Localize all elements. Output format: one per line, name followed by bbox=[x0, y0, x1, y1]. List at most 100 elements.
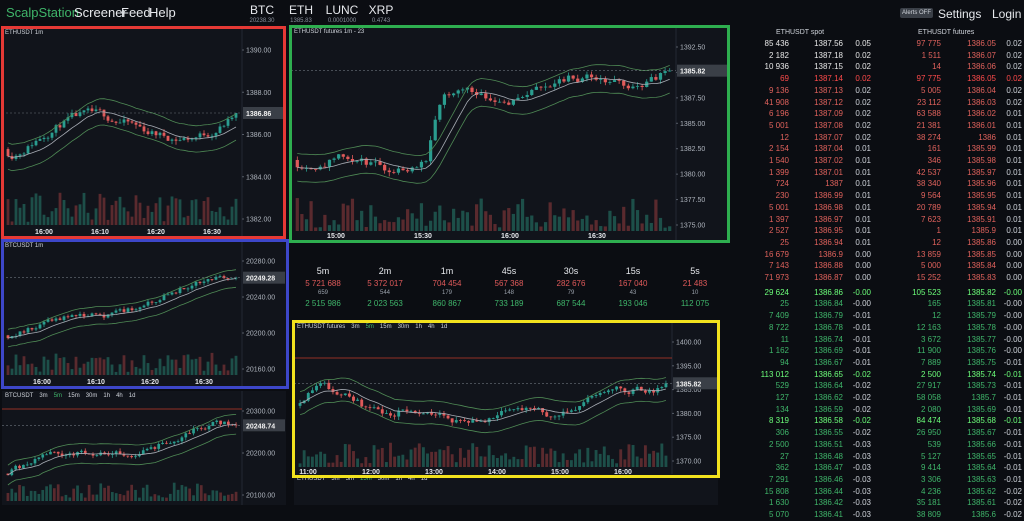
bid-row[interactable]: 127 1386.62 -0.02 58 058 1385.7 -0.01 bbox=[733, 393, 1024, 404]
bid-row[interactable]: 8 722 1386.78 -0.01 12 163 1385.78 -0.00 bbox=[733, 323, 1024, 334]
bid-row[interactable]: 306 1386.55 -0.02 26 950 1385.67 -0.01 bbox=[733, 428, 1024, 439]
ask-row[interactable]: 25 1386.94 0.01 12 1385.86 0.00 bbox=[733, 238, 1024, 249]
chart-panel-eth-futures-multi[interactable]: 1400.00 1395.00 1385.00 1380.00 1375.00 1370.… bbox=[294, 322, 718, 477]
ask-row[interactable]: 69 1387.14 0.02 97 775 1386.05 0.02 bbox=[733, 74, 1024, 85]
brand-logo[interactable]: ScalpStation bbox=[6, 5, 79, 20]
ask-row[interactable]: 2 182 1387.18 0.02 1 511 1386.07 0.02 bbox=[733, 51, 1024, 62]
volume-bar bbox=[22, 356, 26, 375]
ask-row[interactable]: 1 397 1386.97 0.01 7 623 1385.91 0.01 bbox=[733, 215, 1024, 226]
timeframe-5m[interactable]: 5m bbox=[366, 324, 374, 330]
futures-change: 0.02 bbox=[1006, 39, 1022, 48]
ask-row[interactable]: 1 399 1387.01 0.01 42 537 1385.97 0.01 bbox=[733, 168, 1024, 179]
stat-buy-volume: 2 515 986 bbox=[305, 299, 341, 308]
timeframe-5m[interactable]: 5m bbox=[54, 393, 62, 399]
ticker-eth[interactable]: ETH 1385.83 bbox=[288, 3, 314, 24]
ask-row[interactable]: 12 1387.07 0.02 38 274 1386 0.01 bbox=[733, 133, 1024, 144]
futures-change: -0.00 bbox=[1003, 287, 1022, 297]
login-link[interactable]: Login bbox=[992, 7, 1021, 21]
btc-1m-chart[interactable]: 20280.00 20240.00 20200.00 20160.00 16:00 16:… bbox=[2, 241, 286, 387]
bid-row[interactable]: 15 808 1386.44 -0.03 4 236 1385.62 -0.02 bbox=[733, 487, 1024, 498]
ask-row[interactable]: 5 001 1387.08 0.02 21 381 1386.01 0.01 bbox=[733, 121, 1024, 132]
timeframe-1h[interactable]: 1h bbox=[395, 476, 402, 482]
ask-row[interactable]: 9 136 1387.13 0.02 5 005 1386.04 0.02 bbox=[733, 86, 1024, 97]
bid-row[interactable]: 5 070 1386.41 -0.03 38 809 1385.6 -0.02 bbox=[733, 510, 1024, 521]
eth-futures-multi-chart[interactable]: 1400.001395.001385.001380.001375.001370.… bbox=[294, 322, 718, 477]
volume-bar bbox=[380, 447, 384, 467]
eth-1m-chart[interactable]: 1390.00 1388.00 1386.00 1384.00 1382.00 16:00… bbox=[2, 28, 284, 237]
nav-screener[interactable]: Screener bbox=[74, 5, 127, 20]
ticker-xrp[interactable]: XRP 0.4743 bbox=[368, 3, 394, 24]
volume-bar bbox=[474, 204, 479, 231]
timeframe-15m[interactable]: 15m bbox=[68, 393, 80, 399]
ask-row[interactable]: 6 196 1387.09 0.02 63 588 1386.02 0.01 bbox=[733, 109, 1024, 120]
ask-row[interactable]: 41 908 1387.12 0.02 23 112 1386.03 0.02 bbox=[733, 98, 1024, 109]
bid-row[interactable]: 1 162 1386.69 -0.01 11 900 1385.76 -0.00 bbox=[733, 346, 1024, 357]
ask-row[interactable]: 16 679 1386.9 0.00 13 859 1385.85 0.00 bbox=[733, 250, 1024, 261]
bid-row[interactable]: 1 630 1386.42 -0.03 35 181 1385.61 -0.02 bbox=[733, 498, 1024, 509]
volume-bar bbox=[234, 491, 238, 501]
timeframe-1d[interactable]: 1d bbox=[421, 476, 428, 482]
ask-row[interactable]: 2 154 1387.04 0.01 161 1385.99 0.01 bbox=[733, 144, 1024, 155]
timeframe-3m[interactable]: 3m bbox=[39, 393, 47, 399]
volume-bar bbox=[589, 224, 594, 231]
spot-price: 1387.15 bbox=[814, 62, 843, 72]
ask-row[interactable]: 71 973 1386.87 0.00 15 252 1385.83 0.00 bbox=[733, 273, 1024, 284]
timeframe-1d[interactable]: 1d bbox=[129, 393, 136, 399]
ask-row[interactable]: 724 1387 0.01 38 340 1385.96 0.01 bbox=[733, 179, 1024, 190]
timeframe-4h[interactable]: 4h bbox=[116, 393, 123, 399]
bid-row[interactable]: 2 500 1386.51 -0.03 539 1385.66 -0.01 bbox=[733, 440, 1024, 451]
ask-row[interactable]: 10 936 1387.15 0.02 14 1386.06 0.02 bbox=[733, 62, 1024, 73]
timeframe-30m[interactable]: 30m bbox=[86, 393, 98, 399]
bid-row[interactable]: 94 1386.67 -0.01 7 889 1385.75 -0.01 bbox=[733, 358, 1024, 369]
alerts-toggle[interactable]: Alerts OFF bbox=[900, 8, 933, 18]
x-axis-tick-label: 16:00 bbox=[33, 379, 51, 386]
bid-row[interactable]: 25 1386.84 -0.00 165 1385.81 -0.00 bbox=[733, 299, 1024, 310]
bid-row[interactable]: 134 1386.59 -0.02 2 080 1385.69 -0.01 bbox=[733, 405, 1024, 416]
nav-feed[interactable]: Feed bbox=[121, 5, 151, 20]
bid-row[interactable]: 113 012 1386.65 -0.02 2 500 1385.74 -0.01 bbox=[733, 370, 1024, 381]
bid-row[interactable]: 7 291 1386.46 -0.03 3 306 1385.63 -0.01 bbox=[733, 475, 1024, 486]
ticker-lunc[interactable]: LUNC 0.0001000 bbox=[324, 3, 360, 24]
settings-link[interactable]: Settings bbox=[938, 7, 981, 21]
bid-row[interactable]: 529 1386.64 -0.02 27 917 1385.73 -0.01 bbox=[733, 381, 1024, 392]
timeframe-1h[interactable]: 1h bbox=[103, 393, 110, 399]
chart-panel-eth-1m[interactable]: 1390.00 1388.00 1386.00 1384.00 1382.00 16:00… bbox=[2, 28, 284, 237]
ticker-price: 20238.30 bbox=[249, 18, 275, 24]
timeframe-15m[interactable]: 15m bbox=[360, 476, 372, 482]
chart-panel-eth-multi[interactable]: ETHUSDT 3m 5m 15m 30m 1h 4h 1d bbox=[294, 474, 718, 505]
ask-row[interactable]: 5 001 1386.98 0.01 20 789 1385.94 0.01 bbox=[733, 203, 1024, 214]
bid-row[interactable]: 7 409 1386.79 -0.01 12 1385.79 -0.00 bbox=[733, 311, 1024, 322]
timeframe-15m[interactable]: 15m bbox=[380, 324, 392, 330]
btc-multi-chart[interactable]: 20300.00 20200.00 20100.00 20248.74 bbox=[2, 391, 286, 505]
nav-help[interactable]: Help bbox=[149, 5, 176, 20]
ask-row[interactable]: 2 527 1386.95 0.01 1 1385.9 0.01 bbox=[733, 226, 1024, 237]
timeframe-4h[interactable]: 4h bbox=[408, 476, 415, 482]
futures-change: -0.00 bbox=[1003, 311, 1022, 321]
timeframe-4h[interactable]: 4h bbox=[428, 324, 435, 330]
eth-futures-1m-chart[interactable]: 1392.501390.001387.501385.001382.501380.… bbox=[291, 27, 728, 241]
bid-row[interactable]: 362 1386.47 -0.03 9 414 1385.64 -0.01 bbox=[733, 463, 1024, 474]
timeframe-1d[interactable]: 1d bbox=[441, 324, 448, 330]
bid-row[interactable]: 8 319 1386.58 -0.02 84 474 1385.68 -0.01 bbox=[733, 416, 1024, 427]
bid-row[interactable]: 29 624 1386.86 -0.00 105 523 1385.82 -0.00 bbox=[733, 288, 1024, 299]
timeframe-30m[interactable]: 30m bbox=[378, 476, 390, 482]
candle bbox=[198, 281, 202, 285]
ask-row[interactable]: 7 143 1386.88 0.00 5 000 1385.84 0.00 bbox=[733, 261, 1024, 272]
volume-bar bbox=[378, 223, 382, 231]
timeframe-30m[interactable]: 30m bbox=[398, 324, 410, 330]
ticker-btc[interactable]: BTC 20238.30 bbox=[249, 3, 275, 24]
timeframe-3m[interactable]: 3m bbox=[331, 476, 339, 482]
ask-row[interactable]: 85 436 1387.56 0.05 97 775 1386.05 0.02 bbox=[733, 39, 1024, 50]
ask-row[interactable]: 1 540 1387.02 0.01 346 1385.98 0.01 bbox=[733, 156, 1024, 167]
timeframe-1h[interactable]: 1h bbox=[415, 324, 422, 330]
chart-panel-btc-multi[interactable]: 20300.00 20200.00 20100.00 20248.74 BTCUSDT… bbox=[2, 391, 286, 505]
chart-panel-btc-1m[interactable]: 20280.00 20240.00 20200.00 20160.00 16:00 16:… bbox=[2, 241, 286, 387]
ask-row[interactable]: 230 1386.99 0.01 9 564 1385.95 0.01 bbox=[733, 191, 1024, 202]
timeframe-3m[interactable]: 3m bbox=[351, 324, 359, 330]
volume-bar bbox=[355, 220, 359, 231]
chart-panel-eth-futures-1m[interactable]: 1392.501390.001387.501385.001382.501380.… bbox=[291, 27, 728, 241]
candle bbox=[373, 157, 378, 167]
bid-row[interactable]: 11 1386.74 -0.01 3 672 1385.77 -0.00 bbox=[733, 335, 1024, 346]
timeframe-5m[interactable]: 5m bbox=[346, 476, 354, 482]
bid-row[interactable]: 27 1386.48 -0.03 5 127 1385.65 -0.01 bbox=[733, 452, 1024, 463]
